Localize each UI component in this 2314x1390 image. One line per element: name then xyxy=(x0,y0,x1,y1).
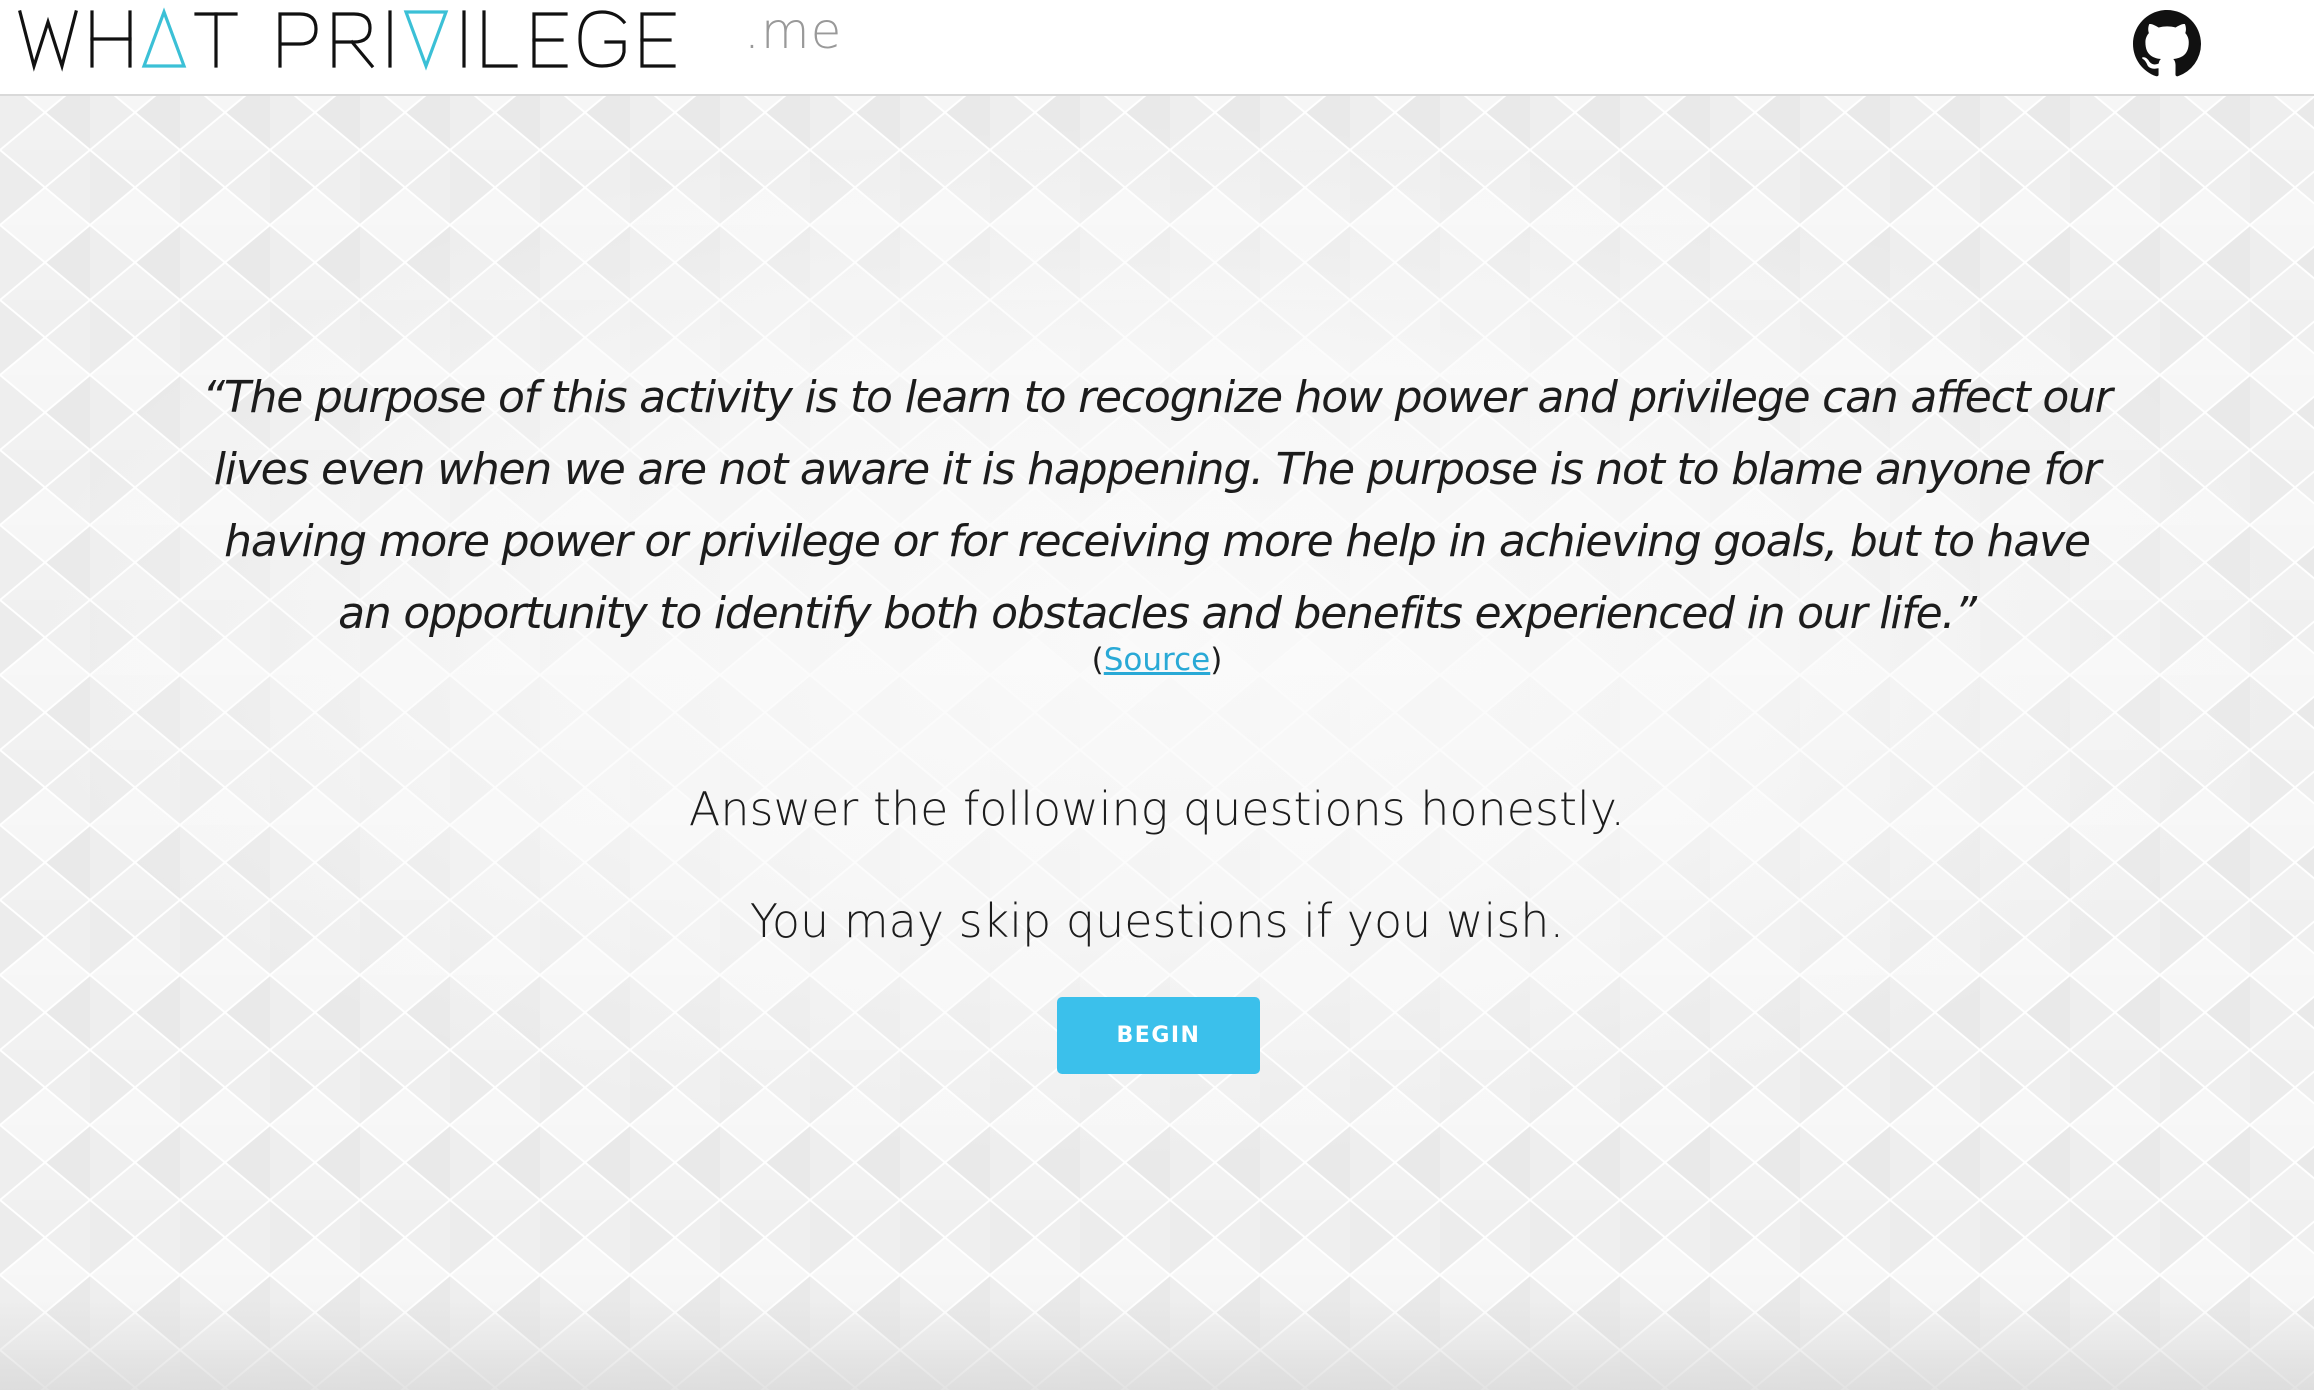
activity-quote: “The purpose of this activity is to lear… xyxy=(202,372,2113,639)
instruction-skip-questions: You may skip questions if you wish. xyxy=(749,894,1565,948)
source-paren-close: ) xyxy=(1210,642,1223,678)
source-paren-open: ( xyxy=(1091,642,1104,678)
site-logo[interactable]: .me xyxy=(18,0,842,80)
github-link[interactable] xyxy=(2133,10,2201,78)
logo-wordmark xyxy=(18,7,676,72)
begin-button[interactable]: BEGIN xyxy=(1057,997,1260,1074)
source-citation: (Source) xyxy=(0,640,2314,680)
top-navigation-bar: .me xyxy=(0,0,2314,96)
github-icon xyxy=(2133,10,2201,77)
instruction-answer-honestly: Answer the following questions honestly. xyxy=(688,782,1626,836)
source-link[interactable]: Source xyxy=(1104,642,1210,678)
logo-tld: .me xyxy=(744,2,843,60)
landing-content: “The purpose of this activity is to lear… xyxy=(0,0,2314,1390)
